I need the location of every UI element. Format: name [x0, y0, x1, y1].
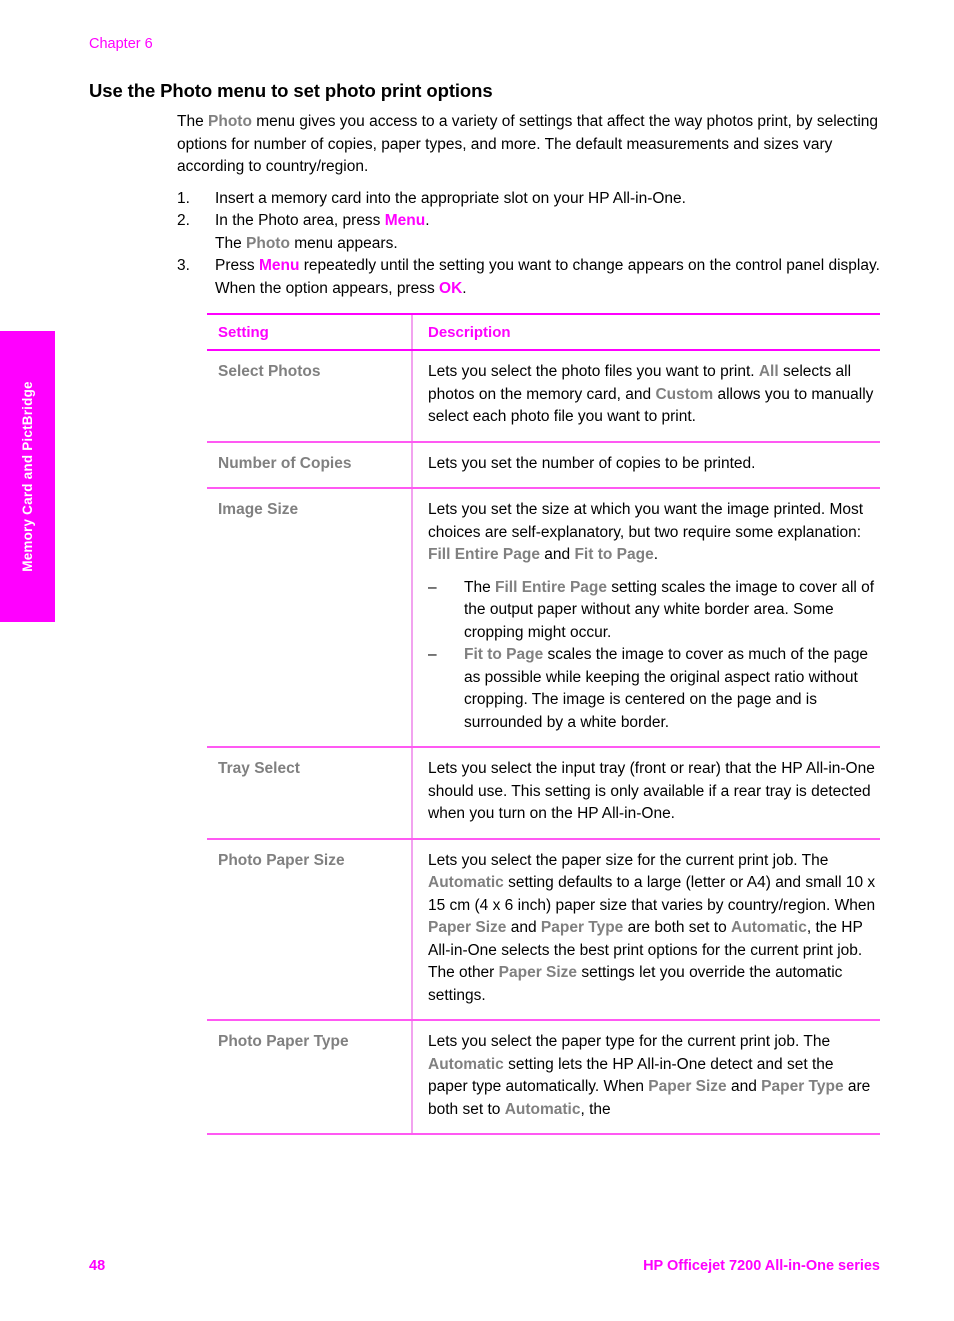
ui-term-photo-menu: Photo [246, 234, 290, 252]
ui-option-automatic: Automatic [428, 874, 504, 891]
step-2-text-a: In the Photo area, press [215, 212, 385, 229]
setting-name-photo-paper-size: Photo Paper Size [207, 838, 412, 1021]
desc-text-a: Lets you select the paper size for the c… [428, 851, 829, 869]
table-row: Tray Select Lets you select the input tr… [207, 747, 880, 840]
desc-paragraph: Lets you set the number of copies to be … [428, 454, 756, 472]
ui-term-photo: Photo [208, 113, 252, 130]
step-2: 2. In the Photo area, press Menu. The Pho… [177, 210, 887, 255]
step-2-sub-b: menu appears. [289, 234, 398, 252]
desc-text-c: . [653, 546, 659, 563]
desc-text-c: and [506, 919, 541, 936]
side-tab-label: Memory Card and PictBridge [20, 381, 35, 572]
step-3-text-c: . [462, 279, 467, 297]
setting-name-tray-select: Tray Select [207, 747, 412, 840]
desc-text-d: are both set to [623, 919, 732, 936]
dash-bullet-icon: – [428, 578, 437, 596]
desc-text-a: Lets you select the photo files you want… [428, 363, 759, 380]
desc-paragraph: Lets you select the paper size for the c… [428, 850, 876, 1008]
column-header-setting: Setting [207, 313, 412, 351]
setting-description-select-photos: Lets you select the photo files you want… [411, 350, 880, 443]
ui-button-ok: OK [439, 279, 463, 297]
setting-name-number-of-copies: Number of Copies [207, 441, 412, 489]
step-2-subline: The Photo menu appears. [215, 233, 887, 256]
body-content: The Photo menu gives you access to a var… [177, 111, 887, 300]
chapter-label: Chapter 6 [89, 36, 153, 52]
image-size-options-list: – The Fill Entire Page setting scales the… [428, 577, 876, 735]
step-3-number: 3. [177, 257, 190, 274]
ui-option-paper-size-2: Paper Size [498, 964, 578, 981]
ui-option-paper-type: Paper Type [540, 919, 624, 936]
column-header-description: Description [411, 313, 880, 351]
setting-name-select-photos: Select Photos [207, 350, 412, 443]
desc-text-b: and [539, 546, 575, 563]
page-title: Use the Photo menu to set photo print op… [89, 80, 493, 101]
ui-option-fill-entire-page-2: Fill Entire Page [495, 578, 607, 596]
side-tab-memory-card-pictbridge: Memory Card and PictBridge [0, 331, 55, 622]
ui-option-paper-type: Paper Type [761, 1078, 844, 1095]
table-header-row: Setting Description [207, 313, 880, 351]
page-number: 48 [89, 1258, 106, 1274]
procedure-steps: 1. Insert a memory card into the appropri… [177, 188, 887, 301]
setting-description-image-size: Lets you set the size at which you want … [411, 488, 880, 748]
product-name: HP Officejet 7200 All-in-One series [643, 1258, 880, 1274]
ui-button-menu: Menu [384, 212, 426, 229]
setting-name-image-size: Image Size [207, 488, 412, 748]
ui-button-menu-2: Menu [258, 257, 300, 274]
setting-description-photo-paper-size: Lets you select the paper size for the c… [411, 838, 880, 1021]
step-3-text-a: Press [215, 257, 259, 274]
intro-paragraph: The Photo menu gives you access to a var… [177, 111, 887, 179]
desc-paragraph: Lets you set the size at which you want … [428, 499, 876, 567]
document-page: Memory Card and PictBridge Chapter 6 Use… [0, 0, 954, 1321]
table-row: Number of Copies Lets you set the number… [207, 441, 880, 489]
table-row: Select Photos Lets you select the photo … [207, 350, 880, 443]
setting-description-tray-select: Lets you select the input tray (front or… [411, 747, 880, 840]
step-1-number: 1. [177, 189, 190, 207]
list-item: – The Fill Entire Page setting scales the… [428, 577, 876, 645]
page-footer: 48 HP Officejet 7200 All-in-One series [0, 1258, 954, 1282]
photo-menu-settings-table: Setting Description Select Photos Lets y… [207, 313, 880, 1135]
ui-option-custom: Custom [655, 385, 714, 403]
setting-description-photo-paper-type: Lets you select the paper type for the c… [411, 1020, 880, 1135]
ui-option-all: All [758, 363, 779, 380]
step-3: 3. Press Menu repeatedly until the settin… [177, 255, 887, 300]
step-2-number: 2. [177, 212, 190, 229]
dash-bullet-icon: – [428, 646, 437, 663]
step-1-text: Insert a memory card into the appropriat… [215, 189, 686, 207]
desc-text-c: and [726, 1078, 762, 1095]
bullet-text-a: The [464, 578, 496, 596]
step-2-text-b: . [425, 212, 430, 229]
ui-option-fit-to-page-2: Fit to Page [464, 646, 544, 663]
table-row: Photo Paper Type Lets you select the pap… [207, 1020, 880, 1135]
desc-paragraph: Lets you select the input tray (front or… [428, 760, 875, 822]
desc-paragraph: Lets you select the paper type for the c… [428, 1031, 876, 1121]
ui-option-automatic-2: Automatic [731, 919, 807, 936]
ui-option-automatic: Automatic [428, 1055, 504, 1073]
list-item: – Fit to Page scales the image to cover a… [428, 644, 876, 734]
desc-text-a: Lets you set the size at which you want … [428, 501, 864, 541]
ui-option-fit-to-page: Fit to Page [574, 546, 654, 563]
intro-text-b: menu gives you access to a variety of se… [177, 113, 878, 175]
ui-option-automatic-2: Automatic [504, 1100, 581, 1118]
step-2-sub-a: The [215, 234, 247, 252]
ui-option-paper-size: Paper Size [648, 1078, 727, 1095]
step-1: 1. Insert a memory card into the appropri… [177, 188, 887, 211]
setting-name-photo-paper-type: Photo Paper Type [207, 1020, 412, 1135]
step-3-text-b: repeatedly until the setting you want to… [215, 257, 880, 297]
ui-option-fill-entire-page: Fill Entire Page [428, 546, 540, 563]
desc-text-a: Lets you select the paper type for the c… [428, 1033, 831, 1050]
table-row: Photo Paper Size Lets you select the pap… [207, 838, 880, 1021]
ui-option-paper-size: Paper Size [428, 919, 507, 936]
desc-text-e: , the [580, 1100, 611, 1118]
table-row: Image Size Lets you set the size at whic… [207, 488, 880, 748]
desc-paragraph: Lets you select the photo files you want… [428, 361, 876, 429]
setting-description-number-of-copies: Lets you set the number of copies to be … [411, 441, 880, 489]
intro-text-a: The [177, 113, 209, 130]
